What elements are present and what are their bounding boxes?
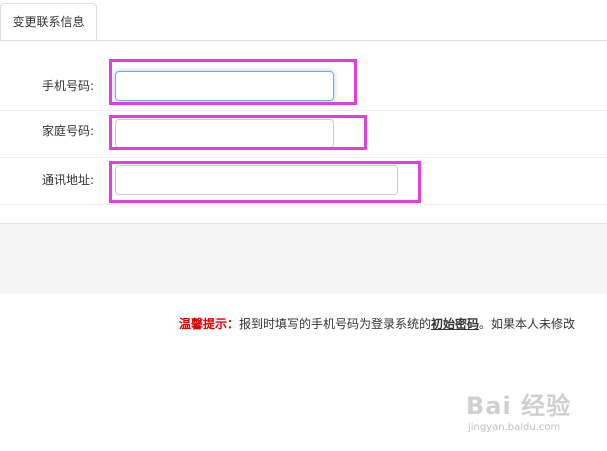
address-label: 通讯地址: [41, 173, 94, 187]
form-row-mobile: 手机号码: [0, 63, 607, 111]
tab-bar: 变更联系信息 [0, 0, 607, 41]
tip-label: 温馨提示： [179, 317, 240, 331]
watermark-url: jingyan.baidu.com [468, 422, 561, 433]
address-input[interactable] [115, 165, 398, 195]
form-row-address: 通讯地址: [0, 157, 607, 205]
watermark-logo: Bai 经验 [466, 392, 572, 420]
mobile-input[interactable] [115, 71, 334, 101]
tip-message: 温馨提示：报到时填写的手机号码为登录系统的初始密码。如果本人未修改 [179, 317, 575, 331]
mobile-label: 手机号码: [41, 79, 94, 93]
home-phone-input[interactable] [115, 119, 334, 148]
tip-text-before: 报到时填写的手机号码为登录系统的 [239, 317, 432, 331]
baidu-jingyan-watermark: Bai 经验 jingyan.baidu.com [466, 382, 601, 438]
form-footer [0, 223, 607, 294]
page: 变更联系信息 手机号码: 家庭号码: 通讯地址: 温馨提示：报到时填写的手机号码… [0, 0, 607, 451]
tip-text-after: 。如果本人未修改 [479, 317, 576, 331]
tip-emphasis: 初始密码 [431, 317, 480, 331]
home-phone-label: 家庭号码: [41, 124, 94, 138]
form-row-home-phone: 家庭号码: [0, 110, 607, 158]
tab-change-contact-info[interactable]: 变更联系信息 [0, 3, 97, 40]
